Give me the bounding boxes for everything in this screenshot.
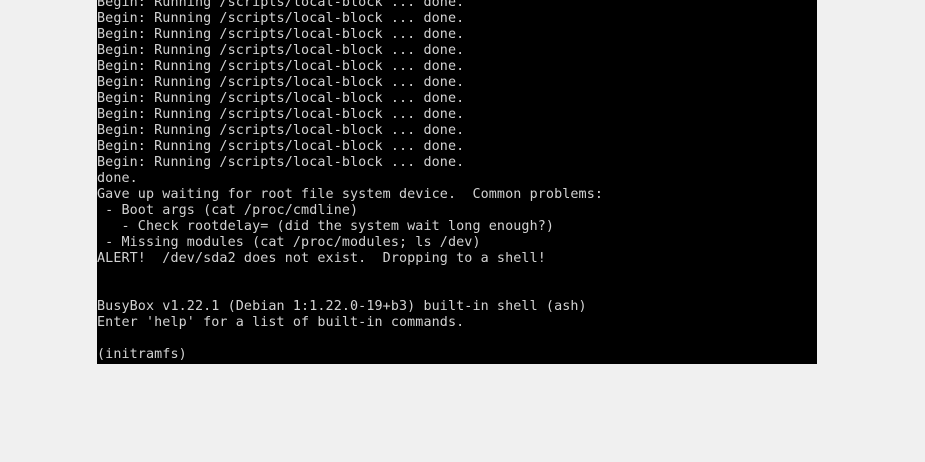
console-line: Begin: Running /scripts/local-block ... … — [97, 139, 465, 154]
shell-banner-line: BusyBox v1.22.1 (Debian 1:1.22.0-19+b3) … — [97, 299, 587, 314]
hint-line: - Boot args (cat /proc/cmdline) — [97, 203, 359, 218]
console-output: Begin: Running /scripts/local-block ... … — [97, 0, 603, 363]
console-line: Begin: Running /scripts/local-block ... … — [97, 0, 465, 10]
console-line: Begin: Running /scripts/local-block ... … — [97, 11, 465, 26]
console-line: Begin: Running /scripts/local-block ... … — [97, 75, 465, 90]
shell-help-line: Enter 'help' for a list of built-in comm… — [97, 315, 465, 330]
terminal-console[interactable]: Begin: Running /scripts/local-block ... … — [97, 0, 817, 364]
hint-line: - Missing modules (cat /proc/modules; ls… — [97, 235, 481, 250]
console-line: Begin: Running /scripts/local-block ... … — [97, 59, 465, 74]
console-line: Begin: Running /scripts/local-block ... … — [97, 27, 465, 42]
console-line: Begin: Running /scripts/local-block ... … — [97, 123, 465, 138]
console-line: Begin: Running /scripts/local-block ... … — [97, 107, 465, 122]
blank-line — [97, 267, 603, 283]
console-line: done. — [97, 171, 138, 186]
console-line: Begin: Running /scripts/local-block ... … — [97, 155, 465, 170]
shell-prompt[interactable]: (initramfs) — [97, 347, 603, 363]
console-line: Begin: Running /scripts/local-block ... … — [97, 43, 465, 58]
console-line: Begin: Running /scripts/local-block ... … — [97, 91, 465, 106]
error-message-line: Gave up waiting for root file system dev… — [97, 187, 604, 202]
blank-line — [97, 283, 603, 299]
alert-line: ALERT! /dev/sda2 does not exist. Droppin… — [97, 251, 546, 266]
blank-line — [97, 331, 603, 347]
hint-line: - Check rootdelay= (did the system wait … — [97, 219, 555, 234]
